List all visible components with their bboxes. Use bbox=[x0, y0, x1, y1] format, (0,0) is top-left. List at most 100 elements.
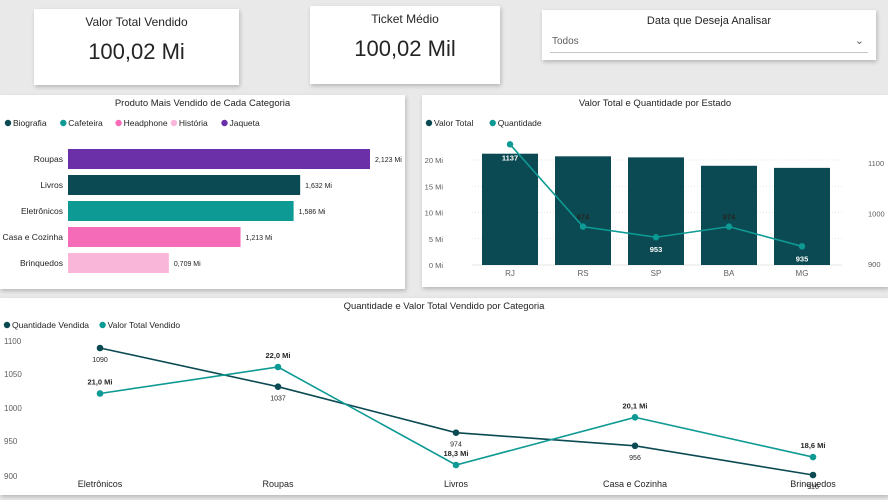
legend-marker bbox=[425, 119, 433, 127]
kpi-value: 100,02 Mi bbox=[88, 39, 185, 64]
data-point bbox=[809, 453, 817, 461]
y-tick-label: 1000 bbox=[4, 404, 22, 413]
legend-marker bbox=[115, 119, 122, 127]
category-label: Roupas bbox=[34, 154, 63, 164]
y-tick-label: 10 Mi bbox=[425, 209, 444, 218]
kpi-card-valor-total: Valor Total Vendido 100,02 Mi bbox=[34, 9, 239, 85]
data-label: 956 bbox=[629, 455, 641, 462]
y-tick-label: 1050 bbox=[4, 370, 22, 379]
data-point bbox=[631, 414, 639, 421]
chevron-down-icon[interactable]: ⌄ bbox=[855, 34, 864, 47]
chart-valor-quantidade-estado: Valor Total Quantidade 0 Mi 5 Mi 10 Mi 15 Mi 2… bbox=[425, 118, 885, 278]
y-tick-label: 0 Mi bbox=[429, 261, 444, 270]
data-point bbox=[631, 442, 639, 450]
kpi-title: Ticket Médio bbox=[371, 12, 439, 26]
data-label: 953 bbox=[650, 245, 663, 254]
chart-card-valor-estado: Valor Total e Quantidade por Estado Valo… bbox=[422, 95, 888, 287]
category-label: Eletrônicos bbox=[21, 206, 63, 216]
category-label: Livros bbox=[40, 180, 63, 190]
x-tick-label: RJ bbox=[505, 269, 515, 278]
data-point bbox=[452, 461, 460, 469]
data-label: 18,6 Mi bbox=[800, 441, 825, 450]
bar bbox=[774, 167, 830, 265]
data-label: 1090 bbox=[92, 357, 108, 364]
data-point bbox=[452, 429, 460, 436]
y2-tick-label: 1000 bbox=[868, 210, 885, 219]
y-tick-label: 5 Mi bbox=[429, 235, 444, 244]
data-label: 1137 bbox=[502, 153, 518, 162]
x-tick-label: Roupas bbox=[262, 479, 294, 489]
data-label: 1037 bbox=[270, 396, 286, 403]
data-point bbox=[274, 363, 282, 371]
chart-card-categoria: Quantidade e Valor Total Vendido por Cat… bbox=[0, 298, 888, 495]
legend-marker bbox=[60, 119, 67, 127]
date-slicer: Data que Deseja Analisar Todos ⌄ bbox=[542, 10, 876, 60]
x-tick-label: RS bbox=[577, 269, 588, 278]
y-tick-label: 20 Mi bbox=[425, 156, 444, 165]
chart-card-produto-mais-vendido: Produto Mais Vendido de Cada Categoria B… bbox=[0, 95, 405, 289]
category-label: Casa e Cozinha bbox=[3, 232, 64, 242]
category-label: Brinquedos bbox=[20, 258, 63, 268]
data-point bbox=[725, 223, 733, 230]
legend-marker bbox=[4, 119, 12, 127]
slicer-title: Data que Deseja Analisar bbox=[646, 15, 772, 27]
legend-label: Jaqueta bbox=[230, 118, 261, 128]
kpi-value: 100,02 Mil bbox=[354, 36, 456, 61]
legend-label: Quantidade bbox=[498, 118, 542, 128]
bar bbox=[68, 253, 169, 273]
data-point bbox=[506, 141, 514, 148]
bar bbox=[68, 175, 301, 195]
x-tick-label: SP bbox=[651, 269, 662, 278]
kpi-card-ticket-medio: Ticket Médio 100,02 Mil bbox=[310, 6, 500, 84]
legend-label: Valor Total bbox=[434, 118, 473, 128]
chart-title: Quantidade e Valor Total Vendido por Cat… bbox=[343, 301, 545, 312]
x-tick-label: Casa e Cozinha bbox=[603, 479, 667, 489]
legend-label: Biografia bbox=[13, 118, 47, 128]
legend-label: Cafeteira bbox=[68, 118, 103, 128]
legend-marker bbox=[99, 321, 106, 329]
x-tick-label: BA bbox=[724, 269, 735, 278]
bar bbox=[68, 227, 241, 247]
y-tick-label: 950 bbox=[4, 437, 18, 446]
x-tick-label: MG bbox=[796, 269, 809, 278]
legend-marker bbox=[221, 119, 228, 127]
data-label: 1,632 Mi bbox=[305, 183, 332, 190]
legend-label: Quantidade Vendida bbox=[12, 320, 89, 330]
bar bbox=[68, 201, 294, 221]
slicer-dropdown[interactable]: Todos ⌄ bbox=[550, 30, 868, 53]
data-label: 18,3 Mi bbox=[443, 449, 468, 458]
data-label: 20,1 Mi bbox=[622, 401, 647, 410]
x-tick-label: Livros bbox=[444, 479, 469, 489]
data-label: 974 bbox=[450, 442, 462, 449]
y2-tick-label: 900 bbox=[868, 260, 881, 269]
data-label: 1,586 Mi bbox=[299, 209, 326, 216]
y-tick-label: 1100 bbox=[4, 337, 22, 346]
data-point bbox=[798, 243, 806, 250]
chart-title: Produto Mais Vendido de Cada Categoria bbox=[114, 98, 291, 109]
y2-tick-label: 1100 bbox=[868, 159, 884, 168]
legend-marker bbox=[489, 119, 496, 127]
x-tick-label: Eletrônicos bbox=[78, 479, 123, 489]
legend-marker bbox=[170, 119, 178, 127]
data-point bbox=[274, 383, 282, 390]
data-label: 0,709 Mi bbox=[174, 261, 201, 268]
slicer-selected-value: Todos bbox=[552, 36, 579, 47]
data-point bbox=[96, 344, 104, 352]
kpi-title: Valor Total Vendido bbox=[85, 15, 188, 29]
data-label: 974 bbox=[723, 213, 736, 222]
data-point bbox=[652, 234, 660, 241]
data-label: 21,0 Mi bbox=[87, 377, 112, 386]
data-label: 974 bbox=[577, 213, 590, 222]
legend-label: História bbox=[179, 118, 208, 128]
chart-title: Valor Total e Quantidade por Estado bbox=[578, 98, 732, 109]
chart-quantidade-valor-categoria: Quantidade Vendida Valor Total Vendido 900… bbox=[3, 320, 836, 491]
bar bbox=[482, 153, 538, 265]
y-tick-label: 900 bbox=[4, 472, 18, 481]
data-label: 1,213 Mi bbox=[246, 235, 273, 242]
legend-label: Headphone bbox=[124, 118, 168, 128]
data-label: 935 bbox=[796, 254, 809, 263]
data-label: 22,0 Mi bbox=[265, 351, 290, 360]
bar bbox=[555, 156, 611, 265]
chart-produto-mais-vendido: Biografia Cafeteira Headphone História Jaque… bbox=[3, 118, 402, 273]
data-point bbox=[96, 390, 104, 397]
